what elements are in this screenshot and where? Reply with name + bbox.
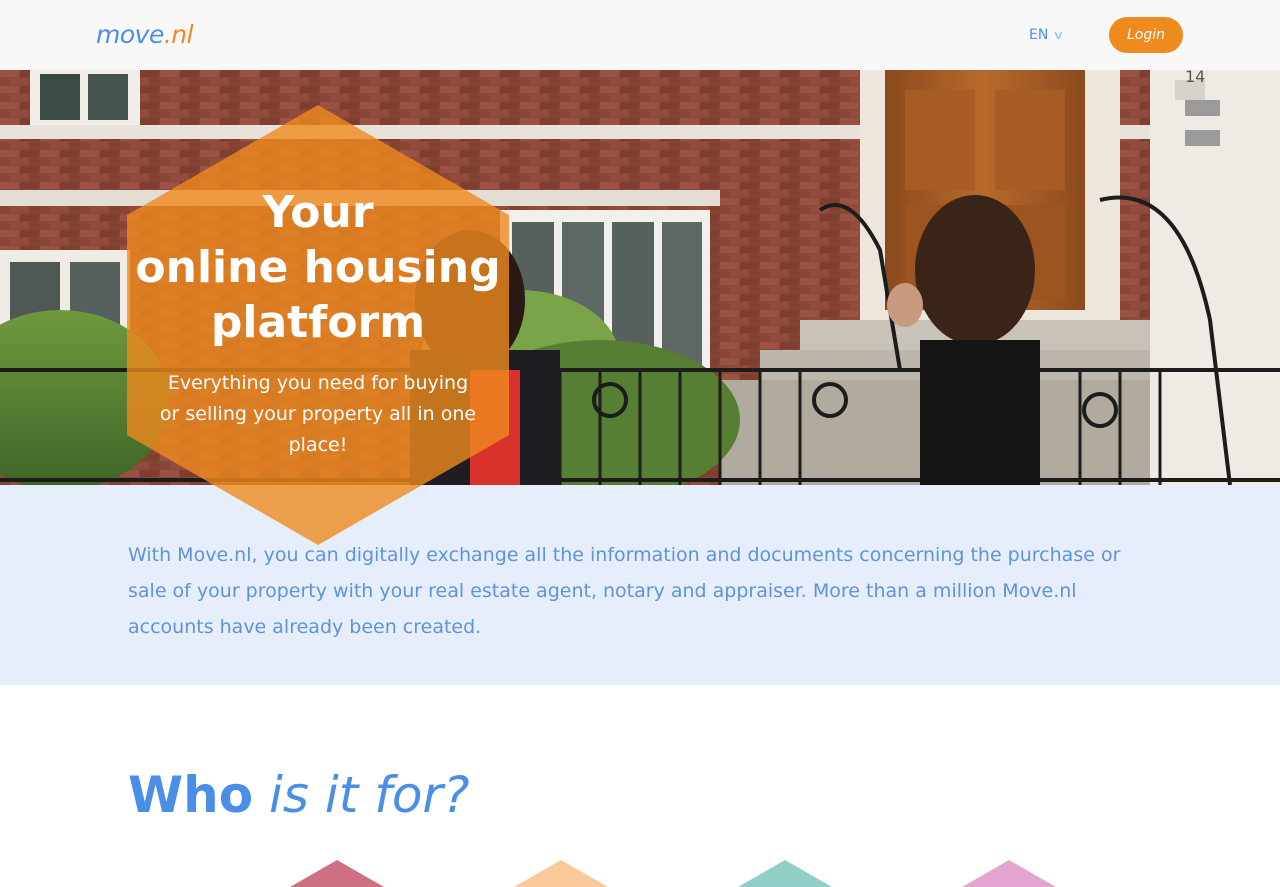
- who-heading-bold: Who: [128, 766, 254, 824]
- audience-card-4-top[interactable]: [962, 860, 1056, 887]
- who-heading: Who is it for?: [128, 765, 470, 825]
- who-heading-italic: is it for?: [269, 766, 470, 824]
- logo-move-text: move: [96, 20, 164, 49]
- hero-title-line-1: Your: [262, 187, 374, 238]
- site-header: move.nl EN ∨ Login: [0, 0, 1280, 70]
- hero-title-line-3: platform: [210, 297, 426, 348]
- audience-card-3-top[interactable]: [738, 860, 832, 887]
- audience-card-1-top[interactable]: [290, 860, 384, 887]
- move-nl-logo[interactable]: move.nl: [96, 20, 194, 50]
- logo-nl-text: .nl: [163, 20, 194, 49]
- chevron-down-icon: ∨: [1052, 28, 1065, 42]
- hero-subtitle: Everything you need for buying or sellin…: [159, 372, 477, 456]
- language-label: EN: [1029, 27, 1049, 43]
- house-number: 14: [1185, 70, 1205, 86]
- login-button[interactable]: Login: [1109, 17, 1183, 53]
- intro-text: With Move.nl, you can digitally exchange…: [128, 544, 1121, 638]
- hero-text-block: Your online housing platform Everything …: [127, 185, 509, 461]
- audience-card-2-top[interactable]: [514, 860, 608, 887]
- hero-title: Your online housing platform: [127, 185, 509, 350]
- language-selector[interactable]: EN ∨: [1029, 25, 1065, 45]
- hero-title-line-2: online housing: [135, 242, 501, 293]
